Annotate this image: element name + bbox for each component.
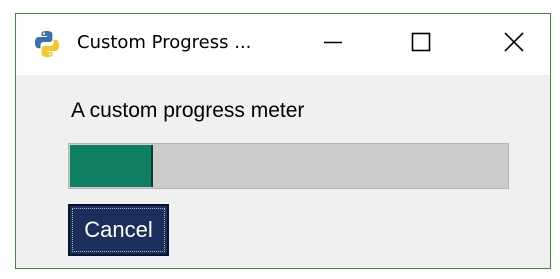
close-icon	[503, 31, 525, 58]
minimize-icon	[322, 31, 344, 58]
maximize-button[interactable]	[386, 14, 456, 75]
progress-meter	[68, 143, 509, 189]
maximize-icon	[410, 31, 432, 58]
progress-message: A custom progress meter	[71, 99, 305, 122]
cancel-button[interactable]: Cancel	[68, 204, 169, 256]
close-button[interactable]	[479, 14, 549, 75]
dialog-body: A custom progress meter Cancel	[16, 75, 550, 268]
python-icon	[32, 29, 62, 59]
progress-fill	[70, 145, 153, 187]
minimize-button[interactable]	[298, 14, 368, 75]
window-title: Custom Progress ...	[77, 32, 252, 53]
title-bar[interactable]: Custom Progress ...	[16, 14, 550, 75]
progress-window: Custom Progress ... A custom progress me…	[15, 13, 551, 269]
